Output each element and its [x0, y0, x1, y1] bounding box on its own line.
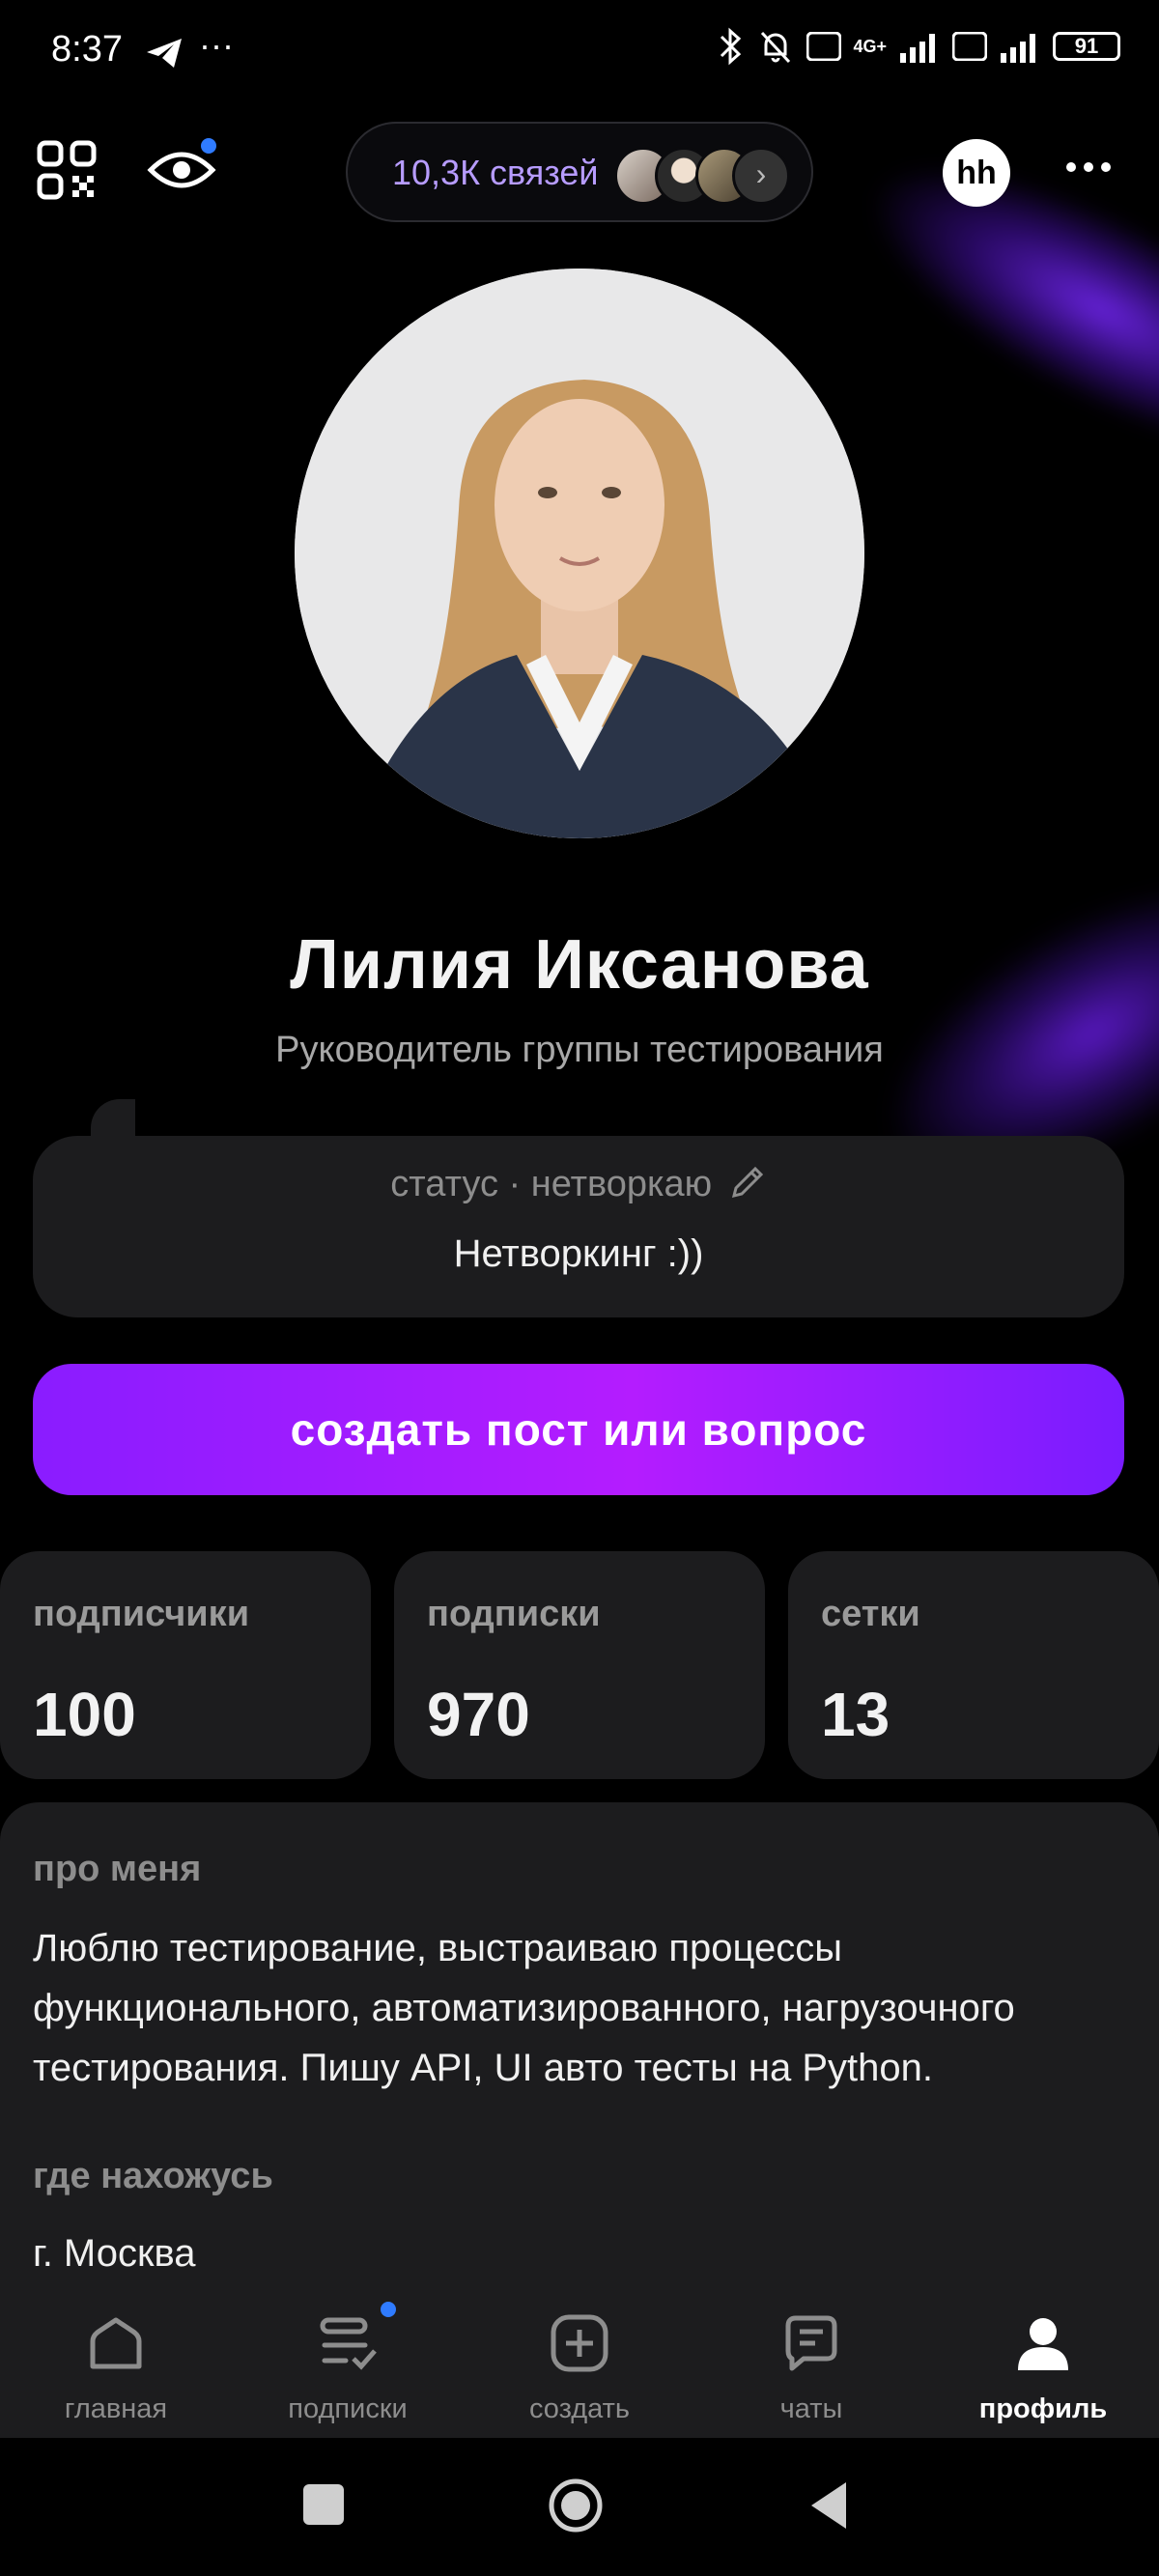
stat-label: подписчики: [33, 1594, 250, 1634]
stat-label: сетки: [821, 1594, 920, 1634]
status-label-row[interactable]: статус · нетворкаю: [33, 1163, 1124, 1205]
profile-job-title: Руководитель группы тестирования: [275, 1030, 884, 1070]
about-text: Люблю тестирование, выстраиваю процессы …: [33, 1927, 1015, 2089]
nav-label: профиль: [978, 2393, 1108, 2424]
create-post-button[interactable]: создать пост или вопрос: [33, 1364, 1124, 1495]
status-label: статус · нетворкаю: [390, 1164, 713, 1204]
bottom-nav: главная подписки создать чаты профиль: [0, 2289, 1159, 2438]
stat-card-networks[interactable]: сетки 13: [788, 1551, 1159, 1779]
volte-icon: [806, 32, 842, 61]
plus-icon: [551, 2314, 608, 2372]
about-section: про меня Люблю тестирование, выстраиваю …: [0, 1802, 1159, 2343]
recent-apps-button[interactable]: [303, 2484, 344, 2525]
location-text: г. Москва: [33, 2232, 196, 2275]
volte-icon-2: [952, 32, 987, 61]
network-type: 4G+: [853, 36, 887, 56]
nav-label: чаты: [779, 2393, 843, 2424]
hh-logo[interactable]: hh: [943, 139, 1010, 207]
feed-icon: [320, 2317, 377, 2370]
nav-item-profile[interactable]: профиль: [927, 2289, 1159, 2438]
qr-code-icon[interactable]: [37, 140, 97, 200]
system-nav-bar: [0, 2438, 1159, 2576]
subscriptions-notification-dot: [381, 2302, 396, 2317]
status-icons: 4G+ 91: [716, 27, 1120, 66]
profile-name: Лилия Иксанова: [290, 926, 869, 1004]
status-more: ···: [199, 25, 234, 65]
nav-item-home[interactable]: главная: [0, 2289, 232, 2438]
nav-item-subscriptions[interactable]: подписки: [232, 2289, 464, 2438]
signal-icon-2: [1001, 34, 1035, 63]
more-icon[interactable]: [1066, 162, 1111, 172]
back-button[interactable]: [807, 2480, 852, 2531]
chevron-right-icon: ›: [732, 147, 790, 205]
nav-label: подписки: [288, 2393, 408, 2424]
nav-label: главная: [64, 2393, 168, 2424]
nav-item-chats[interactable]: чаты: [695, 2289, 927, 2438]
bluetooth-icon: [721, 27, 742, 66]
stat-value: 970: [427, 1680, 530, 1749]
stat-value: 100: [33, 1680, 136, 1749]
status-time: 8:37: [51, 29, 123, 70]
nav-label: создать: [528, 2393, 631, 2424]
connections-label: 10,3К связей: [392, 153, 599, 192]
battery-icon: 91: [1053, 32, 1120, 61]
about-heading: про меня: [33, 1849, 202, 1889]
stat-value: 13: [821, 1680, 890, 1749]
status-bar: 8:37 ··· 4G+ 91: [0, 0, 1159, 106]
stat-label: подписки: [427, 1594, 601, 1634]
mute-icon: [761, 31, 791, 64]
status-text: Нетворкинг :)): [453, 1232, 704, 1275]
stat-card-following[interactable]: подписки 970: [394, 1551, 765, 1779]
nav-item-create[interactable]: создать: [464, 2289, 695, 2438]
profile-icon: [1018, 2318, 1068, 2370]
profile-photo: [295, 269, 864, 838]
chat-icon: [785, 2315, 837, 2371]
connections-button[interactable]: 10,3К связей ›: [346, 122, 813, 222]
notification-dot: [201, 138, 216, 154]
status-card[interactable]: статус · нетворкаю Нетворкинг :)): [33, 1136, 1124, 1317]
stat-card-followers[interactable]: подписчики 100: [0, 1551, 371, 1779]
home-button[interactable]: [547, 2477, 605, 2534]
home-icon: [90, 2317, 142, 2369]
telegram-icon: [147, 39, 182, 68]
location-heading: где нахожусь: [33, 2156, 273, 2196]
signal-icon: [900, 34, 935, 63]
pencil-icon[interactable]: [728, 1163, 767, 1202]
battery-level: 91: [1074, 34, 1099, 58]
